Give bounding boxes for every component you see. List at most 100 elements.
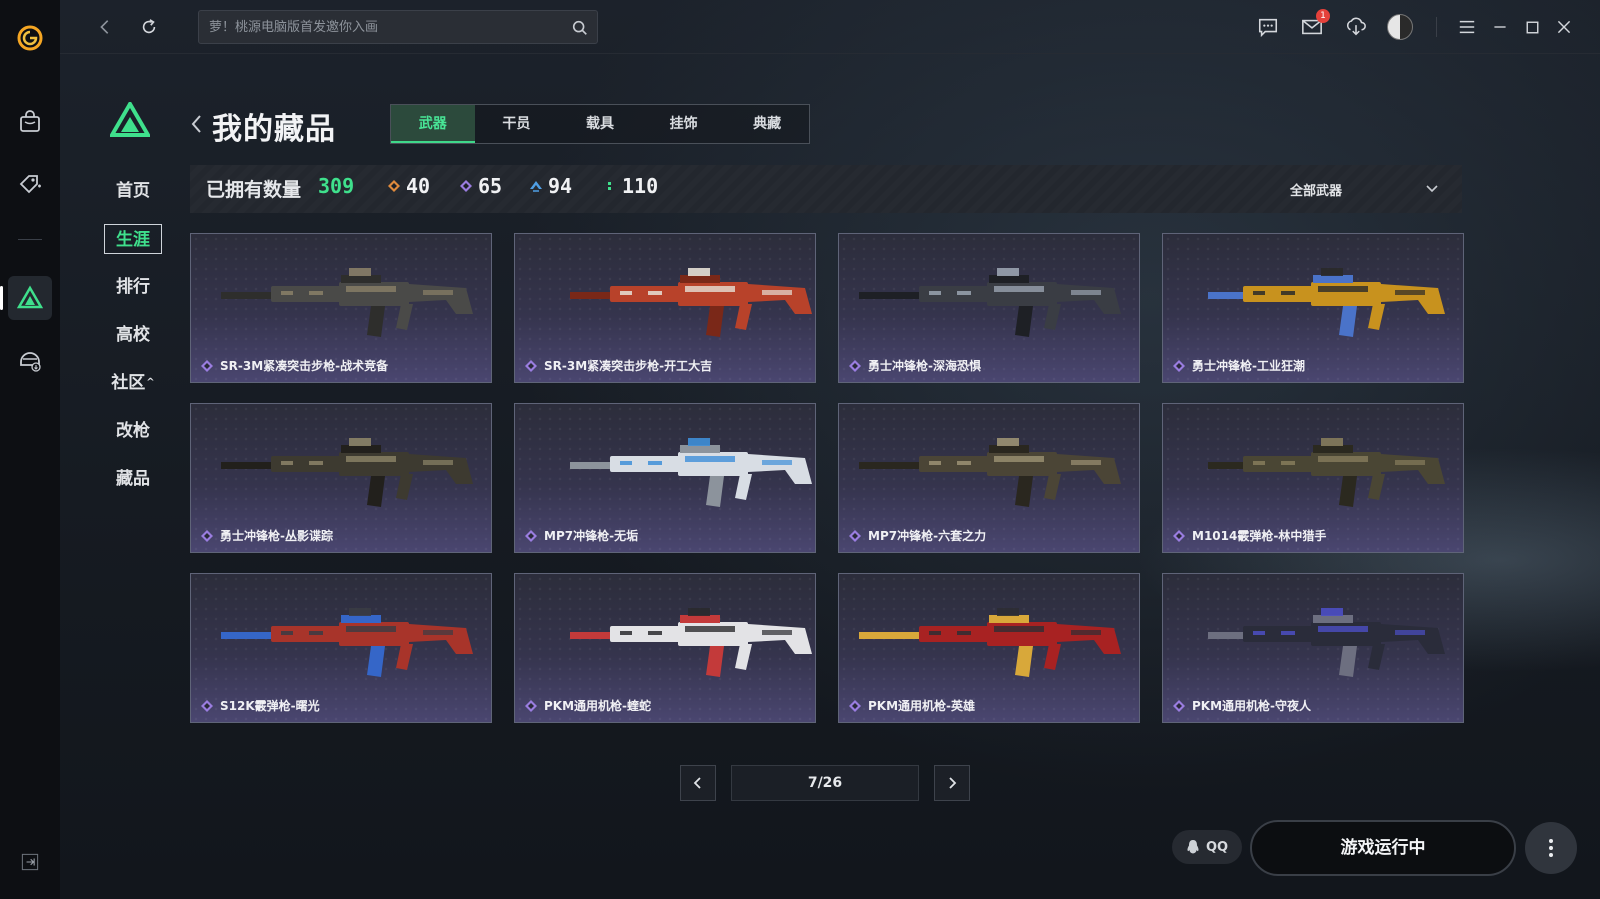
next-page-button[interactable] — [934, 765, 970, 801]
diamond-purple-icon — [1173, 529, 1185, 542]
tab-operators[interactable]: 干员 — [475, 105, 559, 143]
weapon-name: SR-3M紧凑突击步枪-开工大吉 — [544, 359, 713, 373]
diamond-purple-icon — [525, 699, 537, 712]
owned-label: 已拥有数量 — [206, 179, 302, 201]
side-nav-rank[interactable]: 排行 — [104, 272, 162, 302]
avatar — [1387, 14, 1413, 40]
diamond-purple-icon — [201, 699, 213, 712]
side-nav-home[interactable]: 首页 — [104, 176, 162, 206]
side-nav-collection-label: 藏品 — [116, 469, 150, 489]
weapon-card[interactable]: 勇士冲锋枪-深海恐惧 — [838, 233, 1140, 383]
weapon-card-label: S12K霰弹枪-曙光 — [201, 697, 320, 714]
page-title: 我的藏品 — [212, 112, 336, 147]
search-box — [198, 10, 598, 44]
weapon-image — [859, 608, 1121, 677]
topbar-divider — [1436, 17, 1437, 37]
maximize-button[interactable] — [1517, 12, 1547, 42]
weapon-card[interactable]: SR-3M紧凑突击步枪-开工大吉 — [514, 233, 816, 383]
tag-icon[interactable] — [8, 162, 52, 206]
dots-green-icon — [608, 182, 611, 190]
game-status-button[interactable]: 游戏运行中 — [1250, 820, 1516, 876]
chat-icon — [1258, 18, 1278, 38]
qq-button[interactable]: QQ — [1172, 830, 1242, 864]
weapon-image — [570, 438, 812, 507]
chevron-left-icon — [191, 115, 201, 133]
weapon-card[interactable]: S12K霰弹枪-曙光 — [190, 573, 492, 723]
side-nav-collection[interactable]: 藏品 — [104, 464, 162, 494]
tab-weapons[interactable]: 武器 — [391, 105, 475, 143]
avatar-button[interactable] — [1385, 12, 1415, 42]
page-indicator[interactable]: 7/26 — [731, 765, 919, 801]
collapse-icon[interactable] — [16, 848, 44, 876]
game-logo-icon — [108, 100, 152, 138]
weapon-card[interactable]: PKM通用机枪-英雄 — [838, 573, 1140, 723]
weapon-card-label: MP7冲锋枪-无垢 — [525, 527, 638, 544]
weapon-image — [859, 268, 1121, 337]
tab-collectibles[interactable]: 典藏 — [725, 105, 809, 143]
close-icon — [1557, 20, 1571, 34]
diamond-purple-icon — [525, 359, 537, 372]
weapon-image — [570, 608, 812, 677]
menu-button[interactable] — [1452, 12, 1482, 42]
weapon-name: 勇士冲锋枪-工业狂潮 — [1192, 359, 1305, 373]
rarity-orange-value: 40 — [406, 174, 431, 198]
rail-divider — [18, 239, 42, 240]
title-back-button[interactable] — [188, 112, 206, 136]
rarity-orange-count: 40 — [388, 174, 430, 198]
download-button[interactable] — [1341, 12, 1371, 42]
diamond-orange-icon — [388, 180, 400, 192]
weapon-card[interactable]: 勇士冲锋枪-工业狂潮 — [1162, 233, 1464, 383]
diamond-purple-icon — [201, 529, 213, 542]
diamond-purple-icon — [460, 180, 472, 192]
weapon-name: 勇士冲锋枪-丛影谍踪 — [220, 529, 333, 543]
helmet-download-icon[interactable] — [8, 338, 52, 382]
weapon-card[interactable]: SR-3M紧凑突击步枪-战术竞备 — [190, 233, 492, 383]
back-button[interactable] — [90, 12, 120, 42]
refresh-icon — [142, 19, 156, 34]
weapon-image — [221, 438, 473, 507]
weapon-card[interactable]: MP7冲锋枪-无垢 — [514, 403, 816, 553]
weapon-image — [570, 268, 812, 337]
refresh-button[interactable] — [134, 12, 164, 42]
menu-icon — [1459, 20, 1475, 34]
side-nav-community[interactable]: 社区^ — [104, 368, 162, 398]
chevron-left-icon — [693, 777, 701, 789]
weapon-card-label: 勇士冲锋枪-丛影谍踪 — [201, 527, 333, 544]
tab-vehicles[interactable]: 载具 — [558, 105, 642, 143]
search-icon[interactable] — [571, 19, 589, 37]
weapon-filter-select[interactable]: 全部武器 — [1290, 173, 1440, 205]
weapon-filter-value: 全部武器 — [1290, 183, 1343, 199]
prev-page-button[interactable] — [680, 765, 716, 801]
weapon-card[interactable]: MP7冲锋枪-六套之力 — [838, 403, 1140, 553]
mail-button[interactable]: 1 — [1297, 9, 1330, 42]
category-tabs: 武器 干员 载具 挂饰 典藏 — [390, 104, 810, 144]
client-logo-icon[interactable] — [8, 16, 52, 60]
more-options-button[interactable] — [1525, 822, 1577, 874]
close-button[interactable] — [1549, 12, 1579, 42]
game-triangle-icon[interactable] — [8, 276, 52, 320]
side-nav-school[interactable]: 高校 — [104, 320, 162, 350]
weapon-card[interactable]: PKM通用机枪-蝰蛇 — [514, 573, 816, 723]
rarity-green-value: 110 — [622, 174, 659, 198]
bag-icon[interactable] — [8, 100, 52, 144]
search-input[interactable] — [209, 11, 559, 43]
owned-count: 309 — [318, 174, 355, 198]
weapon-card[interactable]: M1014霰弹枪-林中猎手 — [1162, 403, 1464, 553]
weapon-image — [1208, 438, 1445, 507]
side-nav-community-label: 社区 — [111, 373, 146, 393]
weapon-image — [221, 268, 473, 337]
weapon-card[interactable]: PKM通用机枪-守夜人 — [1162, 573, 1464, 723]
qq-label: QQ — [1205, 839, 1229, 855]
tab-charms[interactable]: 挂饰 — [642, 105, 726, 143]
side-nav-gunsmith[interactable]: 改枪 — [104, 416, 162, 446]
weapon-card-label: 勇士冲锋枪-深海恐惧 — [849, 357, 981, 374]
weapon-card[interactable]: 勇士冲锋枪-丛影谍踪 — [190, 403, 492, 553]
minimize-button[interactable] — [1485, 12, 1515, 42]
diamond-purple-icon — [849, 359, 861, 372]
chat-button[interactable] — [1253, 12, 1283, 42]
caret-up-icon: ^ — [146, 377, 155, 388]
owned-summary-bar: 已拥有数量 309 40 65 94 110 全部武器 — [190, 165, 1462, 213]
rarity-blue-value: 94 — [548, 174, 573, 198]
weapon-name: MP7冲锋枪-六套之力 — [868, 529, 987, 543]
side-nav-career[interactable]: 生涯 — [104, 224, 162, 254]
